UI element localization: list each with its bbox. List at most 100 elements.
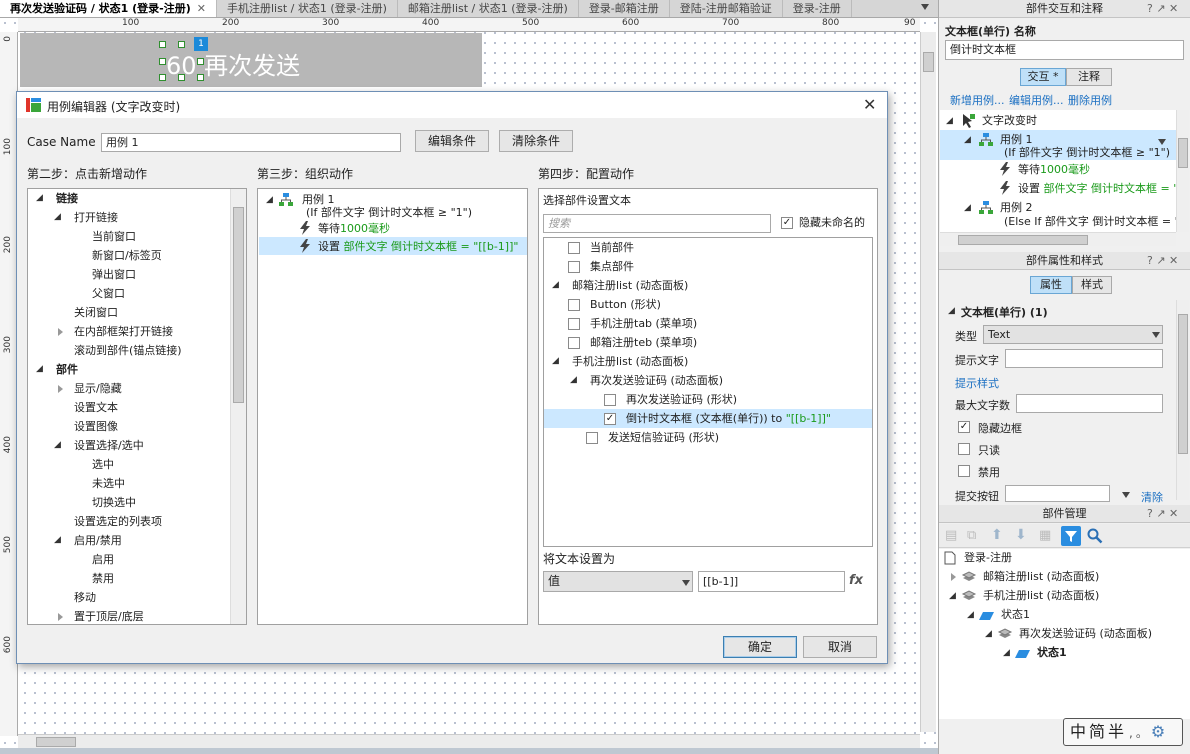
canvas-vertical-scrollbar[interactable] (920, 32, 936, 732)
collapse-icon[interactable]: ◢ (552, 280, 559, 290)
collapse-icon[interactable]: ◢ (949, 591, 956, 601)
close-icon[interactable]: ✕ (863, 95, 876, 114)
action-selected[interactable]: 选中 (92, 458, 114, 472)
resize-handle[interactable] (178, 74, 185, 81)
fx-button[interactable]: fx (849, 574, 863, 588)
widget-checkbox[interactable] (568, 261, 580, 273)
tree-email-list[interactable]: 邮箱注册list (动态面板) (983, 570, 1099, 584)
edit-condition-button[interactable]: 编辑条件 (415, 130, 489, 152)
event-text-change[interactable]: 文字改变时 (982, 114, 1037, 128)
tree-page[interactable]: 登录-注册 (964, 551, 1012, 565)
collapse-icon[interactable]: ◢ (570, 375, 577, 385)
cancel-button[interactable]: 取消 (803, 636, 877, 658)
widget-focus[interactable]: 集点部件 (590, 260, 634, 274)
widget-checkbox[interactable] (568, 242, 580, 254)
tree-phone-list[interactable]: 手机注册list (动态面板) (983, 589, 1099, 603)
widget-resend-panel[interactable]: 再次发送验证码 (动态面板) (590, 374, 723, 388)
action-set-image[interactable]: 设置图像 (74, 420, 118, 434)
panel-controls-icon[interactable]: ? ↗ ✕ (1147, 505, 1178, 522)
tree-state-1-selected[interactable]: 状态1 (1037, 646, 1067, 660)
tab-overflow-icon[interactable] (921, 4, 929, 10)
properties-scrollbar[interactable] (1176, 300, 1189, 500)
tree-state-1[interactable]: 状态1 (1001, 608, 1030, 622)
collapse-icon[interactable]: ◢ (967, 610, 974, 620)
resize-handle[interactable] (197, 74, 204, 81)
scrollbar-thumb[interactable] (36, 737, 76, 747)
tab-login-register[interactable]: 登录-注册 (783, 0, 852, 17)
move-up-icon[interactable]: ⬆ (991, 527, 1003, 543)
action-set-text[interactable]: 设置文本 (74, 401, 118, 415)
widget-countdown[interactable]: 倒计时文本框 (文本框(单行)) to "[[b-1]]" (626, 412, 831, 426)
action-popup-window[interactable]: 弹出窗口 (92, 268, 136, 282)
dialog-titlebar[interactable]: 用例编辑器 (文字改变时) ✕ (17, 92, 887, 118)
widget-checkbox[interactable] (568, 337, 580, 349)
tab-properties[interactable]: 属性 (1030, 276, 1072, 294)
action-open-link[interactable]: 打开链接 (74, 211, 118, 225)
action-new-window[interactable]: 新窗口/标签页 (92, 249, 162, 263)
delete-case-link[interactable]: 删除用例 (1068, 92, 1112, 108)
collapse-icon[interactable]: ◢ (1003, 648, 1010, 658)
ime-status[interactable]: 中简半 ,。⚙ (1063, 718, 1183, 746)
chevron-down-icon[interactable] (1158, 139, 1166, 145)
collapse-icon[interactable]: ◢ (964, 203, 971, 213)
widget-button-shape[interactable]: Button (形状) (590, 298, 661, 312)
action-set-selected[interactable]: 设置选择/选中 (74, 439, 144, 453)
submit-button-select[interactable] (1005, 485, 1110, 502)
action-close-window[interactable]: 关闭窗口 (74, 306, 118, 320)
widget-search-input[interactable]: 搜索 (543, 214, 771, 233)
widget-checkbox[interactable] (568, 299, 580, 311)
hint-style-link[interactable]: 提示样式 (955, 375, 999, 391)
new-case-link[interactable]: 新增用例... (950, 92, 1005, 108)
clear-condition-button[interactable]: 清除条件 (499, 130, 573, 152)
interaction-wait[interactable]: 等待1000毫秒 (1018, 163, 1090, 177)
tab-resend-code[interactable]: 再次发送验证码 / 状态1 (登录-注册) ✕ (0, 0, 217, 17)
edit-case-link[interactable]: 编辑用例... (1009, 92, 1064, 108)
widget-resend-shape[interactable]: 再次发送验证码 (形状) (626, 393, 737, 407)
type-select[interactable]: Text (983, 325, 1163, 344)
action-enable[interactable]: 启用 (92, 553, 114, 567)
collapse-icon[interactable]: ◢ (946, 116, 953, 126)
tab-login-email[interactable]: 登录-邮箱注册 (579, 0, 670, 17)
delete-icon[interactable]: ▦ (1039, 528, 1051, 543)
collapse-icon[interactable]: ◢ (54, 535, 61, 545)
organize-wait[interactable]: 等待1000毫秒 (318, 222, 390, 236)
action-group-links[interactable]: 链接 (56, 192, 78, 206)
interaction-vertical-scrollbar[interactable] (1176, 110, 1189, 232)
action-move[interactable]: 移动 (74, 591, 96, 605)
organize-case[interactable]: 用例 1 (302, 193, 335, 207)
close-icon[interactable]: ✕ (197, 2, 206, 15)
action-parent-window[interactable]: 父窗口 (92, 287, 125, 301)
action-show-hide[interactable]: 显示/隐藏 (74, 382, 122, 396)
action-scroll-to[interactable]: 滚动到部件(锚点链接) (74, 344, 182, 358)
hide-unnamed-checkbox[interactable]: ✓ (781, 217, 793, 229)
resize-handle[interactable] (159, 41, 166, 48)
tab-notes[interactable]: 注释 (1066, 68, 1112, 86)
collapse-icon[interactable]: ◢ (266, 195, 273, 205)
search-icon[interactable] (1087, 528, 1103, 544)
panel-controls-icon[interactable]: ? ↗ ✕ (1147, 0, 1178, 17)
interaction-case-2[interactable]: 用例 2 (1000, 201, 1033, 215)
widget-email-teb[interactable]: 邮箱注册teb (菜单项) (590, 336, 697, 350)
tab-interaction[interactable]: 交互 * (1020, 68, 1066, 86)
action-bring-front[interactable]: 置于顶层/底层 (74, 610, 144, 624)
scrollbar-thumb[interactable] (233, 207, 244, 403)
chevron-down-icon[interactable] (1122, 492, 1130, 498)
organize-set-text[interactable]: 设置 部件文字 倒计时文本框 = "[[b-1]]" (318, 240, 518, 254)
duplicate-icon[interactable]: ⧉ (967, 528, 976, 543)
widget-phone-list[interactable]: 手机注册list (动态面板) (572, 355, 688, 369)
hide-border-checkbox[interactable]: ✓ (958, 421, 970, 433)
add-folder-icon[interactable]: ▤ (945, 528, 957, 543)
widget-checkbox[interactable]: ✓ (604, 413, 616, 425)
max-length-input[interactable] (1016, 394, 1163, 413)
collapse-icon[interactable]: ◢ (985, 629, 992, 639)
move-down-icon[interactable]: ⬇ (1015, 527, 1027, 543)
resize-handle[interactable] (178, 41, 185, 48)
action-disable[interactable]: 禁用 (92, 572, 114, 586)
collapse-icon[interactable]: ◢ (948, 306, 955, 316)
case-name-input[interactable]: 用例 1 (101, 133, 401, 152)
tab-style[interactable]: 样式 (1072, 276, 1112, 294)
expand-icon[interactable] (58, 385, 63, 393)
tree-resend-panel[interactable]: 再次发送验证码 (动态面板) (1019, 627, 1152, 641)
collapse-icon[interactable]: ◢ (552, 356, 559, 366)
action-toggle-selected[interactable]: 切换选中 (92, 496, 136, 510)
